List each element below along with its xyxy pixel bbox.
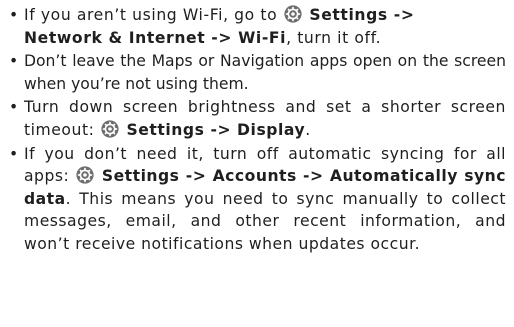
bullet-marker: • <box>9 144 19 163</box>
settings-gear-icon <box>76 166 94 184</box>
item-text: Don’t leave the Maps or Navigation apps … <box>24 52 506 93</box>
item-text: If you aren’t using Wi-Fi, go to <box>24 6 283 24</box>
item-text: . This means you need to sync manually t… <box>24 189 506 253</box>
list-item: • If you aren’t using Wi-Fi, go to Setti… <box>8 4 506 49</box>
bullet-marker: • <box>9 98 19 117</box>
display-path-label: Settings -> Display <box>126 120 306 139</box>
settings-path-label: Settings -> <box>309 6 415 24</box>
bullet-marker: • <box>9 6 19 24</box>
list-item: • If you don’t need it, turn off automat… <box>8 143 506 256</box>
wifi-path-label: Network & Internet -> Wi-Fi <box>24 28 287 47</box>
list-item: • Turn down screen brightness and set a … <box>8 96 506 141</box>
settings-gear-icon <box>101 120 119 138</box>
item-text: . <box>305 120 311 139</box>
bullet-marker: • <box>9 52 19 71</box>
item-text: , turn it off. <box>286 28 382 47</box>
list-item: • Don’t leave the Maps or Navigation app… <box>8 50 506 95</box>
settings-gear-icon <box>284 5 302 23</box>
document-page: • If you aren’t using Wi-Fi, go to Setti… <box>0 0 514 327</box>
tips-bullet-list: • If you aren’t using Wi-Fi, go to Setti… <box>8 4 506 256</box>
